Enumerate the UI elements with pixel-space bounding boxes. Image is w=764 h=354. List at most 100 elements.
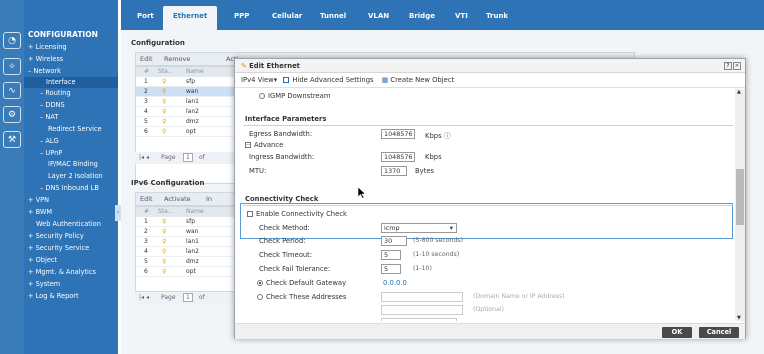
- remove-button[interactable]: Remove: [164, 55, 190, 63]
- enable-connectivity-option[interactable]: Enable Connectivity Check: [247, 210, 347, 218]
- scroll-up-icon[interactable]: ▲: [737, 89, 741, 95]
- these-addresses-radio[interactable]: [257, 294, 263, 300]
- default-gateway-label: Check Default Gateway: [266, 279, 347, 287]
- wizard-icon[interactable]: ✧: [3, 58, 21, 75]
- cancel-button[interactable]: Cancel: [699, 327, 739, 338]
- sidebar-item[interactable]: + VPN: [28, 196, 49, 204]
- row-name: dmz: [186, 258, 199, 265]
- row-number: 4: [144, 248, 148, 255]
- gear-icon[interactable]: ⚙: [3, 106, 21, 123]
- maintenance-icon[interactable]: ⚒: [3, 131, 21, 148]
- ok-button[interactable]: OK: [662, 327, 692, 338]
- dashboard-icon[interactable]: ◔: [3, 32, 21, 49]
- collapse-advance-icon[interactable]: −: [245, 142, 251, 148]
- sidebar-item[interactable]: IP/MAC Binding: [48, 160, 98, 168]
- ipv6-activate-button[interactable]: Activate: [164, 195, 191, 203]
- sidebar-item[interactable]: + Licensing: [28, 43, 67, 51]
- address-input-3[interactable]: [381, 318, 457, 321]
- ingress-bandwidth-input[interactable]: 1048576: [381, 152, 415, 162]
- create-new-object-button[interactable]: Create New Object: [390, 76, 454, 84]
- sidebar-item[interactable]: – ALG: [40, 137, 59, 145]
- ipv6-inactivate-button[interactable]: In: [206, 195, 212, 203]
- table-row[interactable]: 6 ♀ opt: [136, 127, 234, 137]
- sidebar-item-interface[interactable]: Interface: [24, 77, 118, 88]
- check-fail-tolerance-input[interactable]: 5: [381, 264, 401, 274]
- first-page-icon[interactable]: |◂ ◂: [139, 294, 149, 301]
- col-number: #: [144, 68, 150, 75]
- ipv6-edit-button[interactable]: Edit: [140, 195, 153, 203]
- tab-vti[interactable]: VTI: [455, 12, 468, 20]
- these-addresses-option[interactable]: Check These Addresses: [257, 293, 346, 301]
- table-row[interactable]: 1 ♀ sfp: [136, 77, 234, 87]
- page-input[interactable]: 1: [183, 293, 193, 302]
- address-input-1[interactable]: [381, 292, 463, 302]
- table-header: # Sta... Name: [136, 207, 234, 217]
- sidebar-item[interactable]: + Mgmt. & Analytics: [28, 268, 96, 276]
- sidebar-item[interactable]: – Network: [28, 67, 61, 75]
- check-method-select[interactable]: icmp ▾: [381, 223, 457, 233]
- hide-advanced-checkbox[interactable]: [283, 77, 290, 83]
- table-row[interactable]: 3 ♀ lan1: [136, 237, 234, 247]
- scroll-down-icon[interactable]: ▼: [737, 315, 741, 321]
- advance-legend[interactable]: − Advance: [243, 141, 286, 149]
- bulb-icon: ♀: [162, 108, 167, 115]
- ipv4-view-dropdown[interactable]: IPv4 View▾: [241, 76, 277, 84]
- info-icon[interactable]: ⓘ: [444, 132, 451, 140]
- enable-connectivity-checkbox[interactable]: [247, 211, 253, 217]
- sidebar-item[interactable]: Layer 2 Isolation: [48, 172, 103, 180]
- check-timeout-input[interactable]: 5: [381, 250, 401, 260]
- help-icon[interactable]: ?: [724, 62, 732, 70]
- create-object-icon: ▦: [381, 76, 389, 84]
- sidebar-item[interactable]: – DDNS: [40, 101, 65, 109]
- tab-ethernet[interactable]: Ethernet: [163, 6, 218, 30]
- tab-cellular[interactable]: Cellular: [272, 12, 302, 20]
- sidebar-item[interactable]: + System: [28, 280, 60, 288]
- default-gateway-option[interactable]: Check Default Gateway: [257, 279, 346, 287]
- sidebar-item[interactable]: – Routing: [40, 89, 71, 97]
- monitor-icon[interactable]: ∿: [3, 82, 21, 99]
- sidebar-item[interactable]: Web Authentication: [36, 220, 101, 228]
- igmp-downstream-option[interactable]: IGMP Downstream: [259, 92, 330, 100]
- sidebar-item[interactable]: + Object: [28, 256, 57, 264]
- table-row[interactable]: 6 ♀ opt: [136, 267, 234, 277]
- sidebar-item[interactable]: – UPnP: [40, 149, 62, 157]
- sidebar-item[interactable]: + Log & Report: [28, 292, 79, 300]
- row-number: 1: [144, 218, 148, 225]
- sidebar-item[interactable]: – DNS Inbound LB: [40, 184, 99, 192]
- table-row[interactable]: 3 ♀ lan1: [136, 97, 234, 107]
- table-row[interactable]: 4 ♀ lan2: [136, 247, 234, 257]
- sidebar-item[interactable]: Redirect Service: [48, 125, 102, 133]
- check-period-input[interactable]: 30: [381, 236, 407, 246]
- first-page-icon[interactable]: |◂ ◂: [139, 154, 149, 161]
- table-row[interactable]: 2 ♀ wan: [136, 87, 234, 97]
- scroll-thumb[interactable]: [736, 169, 744, 225]
- bulb-icon: ♀: [162, 128, 167, 135]
- page-input[interactable]: 1: [183, 153, 193, 162]
- tab-tunnel[interactable]: Tunnel: [320, 12, 346, 20]
- tab-bridge[interactable]: Bridge: [409, 12, 435, 20]
- table-row[interactable]: 2 ♀ wan: [136, 227, 234, 237]
- dialog-scrollbar[interactable]: ▲ ▼: [735, 89, 745, 321]
- sidebar-item[interactable]: + Security Policy: [28, 232, 84, 240]
- close-icon[interactable]: ✕: [733, 62, 741, 70]
- tab-port[interactable]: Port: [137, 12, 154, 20]
- col-status: Sta...: [158, 208, 174, 215]
- tab-ppp[interactable]: PPP: [234, 12, 249, 20]
- tab-trunk[interactable]: Trunk: [486, 12, 508, 20]
- edit-button[interactable]: Edit: [140, 55, 153, 63]
- sidebar-item[interactable]: + Wireless: [28, 55, 63, 63]
- table-row[interactable]: 5 ♀ dmz: [136, 117, 234, 127]
- igmp-downstream-radio[interactable]: [259, 93, 265, 99]
- sidebar-item[interactable]: + Security Service: [28, 244, 89, 252]
- egress-bandwidth-input[interactable]: 1048576: [381, 129, 415, 139]
- table-row[interactable]: 5 ♀ dmz: [136, 257, 234, 267]
- table-row[interactable]: 4 ♀ lan2: [136, 107, 234, 117]
- tab-vlan[interactable]: VLAN: [368, 12, 389, 20]
- sidebar-item[interactable]: – NAT: [40, 113, 58, 121]
- mtu-input[interactable]: 1370: [381, 166, 407, 176]
- table-row[interactable]: 1 ♀ sfp: [136, 217, 234, 227]
- address-input-2[interactable]: [381, 305, 463, 315]
- default-gateway-radio[interactable]: [257, 280, 263, 286]
- hide-advanced-label[interactable]: Hide Advanced Settings: [292, 76, 373, 84]
- sidebar-item[interactable]: + BWM: [28, 208, 52, 216]
